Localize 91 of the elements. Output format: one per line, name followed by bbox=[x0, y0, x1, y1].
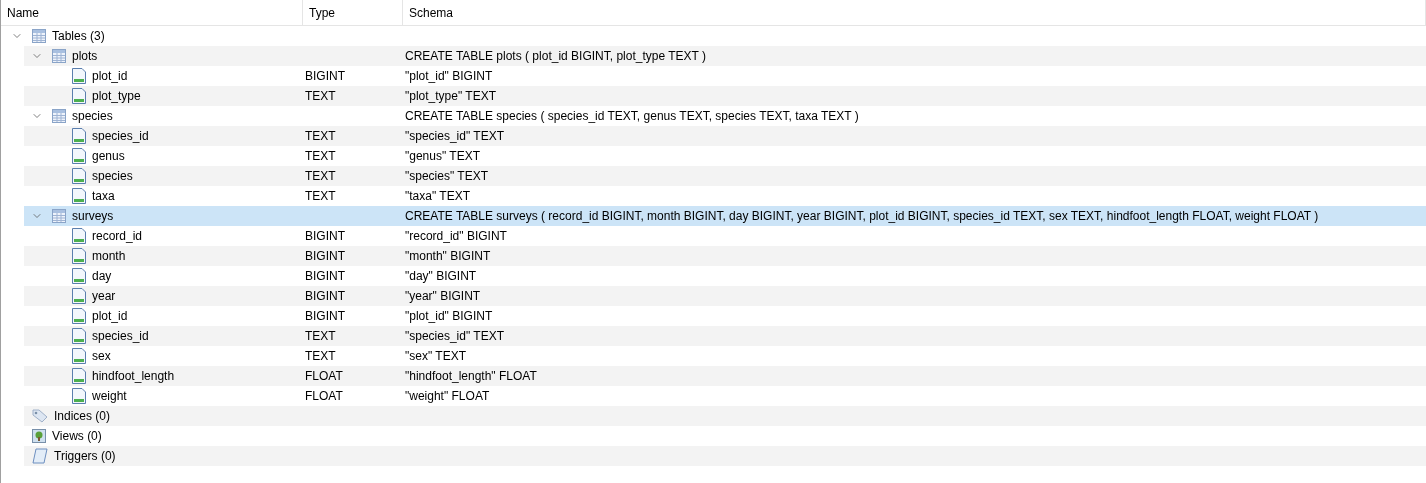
column-header[interactable]: Type bbox=[303, 0, 403, 25]
schema-text: "plot_id" BIGINT bbox=[405, 309, 493, 323]
tree-row[interactable]: hindfoot_length FLOAT "hindfoot_length" FLOAT bbox=[24, 366, 1426, 386]
document-icon bbox=[72, 248, 86, 264]
type-text: BIGINT bbox=[305, 229, 345, 243]
table-icon bbox=[52, 109, 66, 123]
item-name: species_id bbox=[92, 328, 149, 345]
schema-text: "plot_type" TEXT bbox=[405, 89, 496, 103]
type-text: TEXT bbox=[305, 329, 336, 343]
item-name: plot_id bbox=[92, 68, 128, 85]
item-name: plots bbox=[72, 48, 98, 65]
column-header[interactable]: Schema bbox=[403, 0, 1426, 25]
schema-text: CREATE TABLE surveys ( record_id BIGINT, month BIGINT, day BIGINT, year BIGINT, plot_id BIGINT, species_id TEXT, sex TEXT, hindfoot_length FLOAT, weight FLOAT ) bbox=[405, 209, 1319, 223]
document-icon bbox=[72, 68, 86, 84]
item-name: genus bbox=[92, 148, 125, 165]
document-icon bbox=[72, 288, 86, 304]
schema-text: "species_id" TEXT bbox=[405, 329, 504, 343]
item-name: record_id bbox=[92, 228, 143, 245]
tree-row[interactable]: plots CREATE TABLE plots ( plot_id BIGINT, plot_type TEXT ) bbox=[24, 46, 1426, 66]
document-icon bbox=[72, 168, 86, 184]
document-icon bbox=[72, 368, 86, 384]
item-name: Views (0) bbox=[52, 428, 102, 445]
schema-text: "record_id" BIGINT bbox=[405, 229, 507, 243]
tree-row[interactable]: species TEXT "species" TEXT bbox=[24, 166, 1426, 186]
tree-row[interactable]: plot_type TEXT "plot_type" TEXT bbox=[24, 86, 1426, 106]
tree-row[interactable]: Indices (0) bbox=[24, 406, 1426, 426]
item-name: hindfoot_length bbox=[92, 368, 175, 385]
schema-text: "month" BIGINT bbox=[405, 249, 491, 263]
item-name: species bbox=[72, 108, 113, 125]
document-icon bbox=[72, 148, 86, 164]
tree-row[interactable]: surveys CREATE TABLE surveys ( record_id BIGINT, month BIGINT, day BIGINT, year BIGINT, plot_id BIGINT, species_id TEXT, sex TEXT, hindfoot_length FLOAT, weight FLOAT ) bbox=[24, 206, 1426, 226]
schema-text: "sex" TEXT bbox=[405, 349, 466, 363]
type-text: BIGINT bbox=[305, 69, 345, 83]
document-icon bbox=[72, 308, 86, 324]
schema-text: "species_id" TEXT bbox=[405, 129, 504, 143]
item-name: taxa bbox=[92, 188, 115, 205]
item-name: weight bbox=[92, 388, 127, 405]
item-name: plot_id bbox=[92, 308, 128, 325]
item-name: surveys bbox=[72, 208, 114, 225]
item-name: sex bbox=[92, 348, 111, 365]
type-text: TEXT bbox=[305, 189, 336, 203]
type-text: TEXT bbox=[305, 169, 336, 183]
schema-text: "species" TEXT bbox=[405, 169, 488, 183]
schema-text: "hindfoot_length" FLOAT bbox=[405, 369, 537, 383]
type-text: BIGINT bbox=[305, 289, 345, 303]
document-icon bbox=[72, 268, 86, 284]
table-icon bbox=[52, 49, 66, 63]
schema-text: "day" BIGINT bbox=[405, 269, 477, 283]
document-icon bbox=[72, 88, 86, 104]
picture-frame-icon bbox=[32, 429, 46, 443]
document-icon bbox=[72, 128, 86, 144]
item-name: Triggers (0) bbox=[54, 448, 116, 465]
type-text: TEXT bbox=[305, 349, 336, 363]
schema-text: "plot_id" BIGINT bbox=[405, 69, 493, 83]
tree-row[interactable]: Triggers (0) bbox=[24, 446, 1426, 466]
schema-text: CREATE TABLE species ( species_id TEXT, genus TEXT, species TEXT, taxa TEXT ) bbox=[405, 109, 859, 123]
type-text: BIGINT bbox=[305, 269, 345, 283]
item-name: Indices (0) bbox=[54, 408, 111, 425]
table-icon bbox=[52, 209, 66, 223]
document-icon bbox=[72, 228, 86, 244]
table-icon bbox=[32, 29, 46, 43]
type-text: TEXT bbox=[305, 149, 336, 163]
tag-icon bbox=[32, 409, 48, 423]
tree-row[interactable]: month BIGINT "month" BIGINT bbox=[24, 246, 1426, 266]
schema-text: "taxa" TEXT bbox=[405, 189, 470, 203]
document-icon bbox=[72, 328, 86, 344]
document-icon bbox=[72, 188, 86, 204]
item-name: species_id bbox=[92, 128, 149, 145]
tree-row[interactable]: year BIGINT "year" BIGINT bbox=[24, 286, 1426, 306]
item-name: Tables (3) bbox=[52, 28, 105, 45]
item-name: month bbox=[92, 248, 126, 265]
schema-text: CREATE TABLE plots ( plot_id BIGINT, plot_type TEXT ) bbox=[405, 49, 706, 63]
item-name: day bbox=[92, 268, 112, 285]
type-text: TEXT bbox=[305, 129, 336, 143]
column-header[interactable]: Name bbox=[1, 0, 303, 25]
type-text: FLOAT bbox=[305, 369, 343, 383]
item-name: plot_type bbox=[92, 88, 141, 105]
schema-text: "year" BIGINT bbox=[405, 289, 481, 303]
type-text: BIGINT bbox=[305, 309, 345, 323]
schema-text: "genus" TEXT bbox=[405, 149, 480, 163]
type-text: FLOAT bbox=[305, 389, 343, 403]
tree-row[interactable]: species_id TEXT "species_id" TEXT bbox=[24, 326, 1426, 346]
scroll-icon bbox=[32, 448, 48, 464]
item-name: species bbox=[92, 168, 133, 185]
tree-row[interactable]: species_id TEXT "species_id" TEXT bbox=[24, 126, 1426, 146]
document-icon bbox=[72, 388, 86, 404]
type-text: BIGINT bbox=[305, 249, 345, 263]
schema-text: "weight" FLOAT bbox=[405, 389, 490, 403]
document-icon bbox=[72, 348, 86, 364]
type-text: TEXT bbox=[305, 89, 336, 103]
item-name: year bbox=[92, 288, 116, 305]
